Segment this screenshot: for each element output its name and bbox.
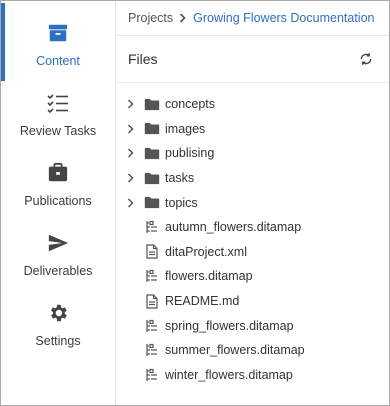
sidebar-item-label: Content xyxy=(36,54,80,68)
sidebar-item-content[interactable]: Content xyxy=(1,1,115,81)
file-name: ditaProject.xml xyxy=(165,244,247,259)
breadcrumb: Projects Growing Flowers Documentation xyxy=(116,1,389,36)
file-row-ditaproject-xml[interactable]: ditaProject.xml xyxy=(116,240,389,265)
chevron-right-icon[interactable] xyxy=(124,124,136,134)
file-name: README.md xyxy=(165,294,240,309)
breadcrumb-projects-link[interactable]: Projects xyxy=(128,11,173,25)
file-row-flowers-ditamap[interactable]: flowers.ditamap xyxy=(116,264,389,289)
files-panel-header: Files xyxy=(116,36,389,83)
chevron-right-icon[interactable] xyxy=(124,198,136,208)
chevron-right-icon[interactable] xyxy=(124,173,136,183)
folder-row-tasks[interactable]: tasks xyxy=(116,166,389,191)
gear-icon xyxy=(46,301,70,325)
folder-name: tasks xyxy=(165,171,195,186)
file-name: flowers.ditamap xyxy=(165,269,253,284)
file-icon xyxy=(144,293,160,309)
file-name: spring_flowers.ditamap xyxy=(165,318,294,333)
file-row-winter-flowers-ditamap[interactable]: winter_flowers.ditamap xyxy=(116,363,389,388)
sidebar-item-settings[interactable]: Settings xyxy=(1,281,115,351)
folder-name: publising xyxy=(165,146,215,161)
main-content: Projects Growing Flowers Documentation F… xyxy=(116,1,389,405)
folder-row-images[interactable]: images xyxy=(116,117,389,142)
map-icon xyxy=(144,220,160,234)
folder-icon xyxy=(144,147,160,160)
file-row-readme-md[interactable]: README.md xyxy=(116,289,389,314)
briefcase-icon xyxy=(46,161,70,185)
chevron-right-icon[interactable] xyxy=(124,99,136,109)
folder-icon xyxy=(144,196,160,209)
panel-title: Files xyxy=(128,51,158,67)
folder-row-concepts[interactable]: concepts xyxy=(116,92,389,117)
file-row-summer-flowers-ditamap[interactable]: summer_flowers.ditamap xyxy=(116,338,389,363)
file-name: autumn_flowers.ditamap xyxy=(165,220,302,235)
map-icon xyxy=(144,319,160,333)
file-row-autumn-flowers-ditamap[interactable]: autumn_flowers.ditamap xyxy=(116,215,389,240)
map-icon xyxy=(144,343,160,357)
folder-icon xyxy=(144,98,160,111)
folder-icon xyxy=(144,172,160,185)
app-window: Content Review Tasks Publications Delive… xyxy=(0,0,390,406)
sidebar-item-label: Review Tasks xyxy=(19,124,97,138)
breadcrumb-current[interactable]: Growing Flowers Documentation xyxy=(193,11,374,25)
sidebar-item-review-tasks[interactable]: Review Tasks xyxy=(1,71,115,141)
send-icon xyxy=(46,231,70,255)
chevron-right-icon xyxy=(179,11,187,26)
map-icon xyxy=(144,269,160,283)
chevron-right-icon[interactable] xyxy=(124,148,136,159)
folder-name: concepts xyxy=(165,97,216,112)
folder-icon xyxy=(144,122,160,135)
sidebar-nav: Content Review Tasks Publications Delive… xyxy=(1,1,116,405)
file-name: summer_flowers.ditamap xyxy=(165,343,305,358)
refresh-icon[interactable] xyxy=(357,50,375,68)
sidebar-item-deliverables[interactable]: Deliverables xyxy=(1,211,115,281)
file-icon xyxy=(144,244,160,259)
folder-row-publising[interactable]: publising xyxy=(116,141,389,166)
checklist-icon xyxy=(46,91,70,115)
sidebar-item-label: Settings xyxy=(35,334,81,348)
file-name: winter_flowers.ditamap xyxy=(165,367,293,382)
folder-name: topics xyxy=(165,195,198,210)
sidebar-item-label: Publications xyxy=(24,194,92,208)
file-row-spring-flowers-ditamap[interactable]: spring_flowers.ditamap xyxy=(116,313,389,338)
sidebar-item-label: Deliverables xyxy=(23,264,93,278)
archive-icon xyxy=(46,21,70,45)
sidebar-item-publications[interactable]: Publications xyxy=(1,141,115,211)
map-icon xyxy=(144,368,160,382)
folder-row-topics[interactable]: topics xyxy=(116,190,389,215)
folder-name: images xyxy=(165,121,206,136)
file-tree: concepts images publising tasks topics a… xyxy=(116,83,389,387)
